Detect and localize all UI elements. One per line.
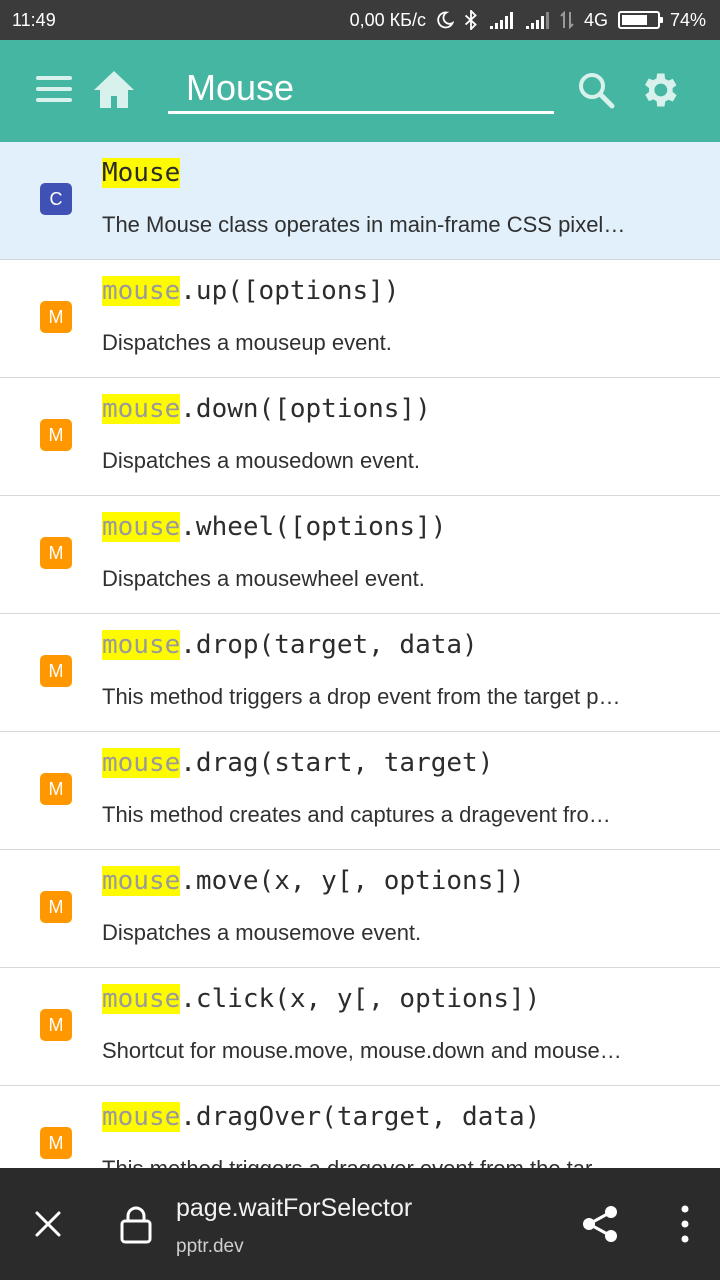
page-host: pptr.dev xyxy=(176,1236,244,1257)
app-bar xyxy=(0,40,720,142)
result-signature: .drag(start, target) xyxy=(180,748,494,778)
match-highlight: mouse xyxy=(102,512,181,542)
match-highlight: mouse xyxy=(102,866,181,896)
result-title: mouse.down([options]) xyxy=(102,394,700,424)
list-item[interactable]: M mouse.up([options]) Dispatches a mouse… xyxy=(0,260,720,378)
share-icon[interactable] xyxy=(580,1204,620,1244)
page-title: page.waitForSelector xyxy=(176,1194,413,1222)
method-badge: M xyxy=(40,1127,72,1159)
result-title: mouse.click(x, y[, options]) xyxy=(102,984,700,1014)
match-highlight: mouse xyxy=(102,394,181,424)
result-title: mouse.wheel([options]) xyxy=(102,512,700,542)
list-item[interactable]: M mouse.dragOver(target, data) This meth… xyxy=(0,1086,720,1168)
match-highlight: mouse xyxy=(102,276,181,306)
result-description: The Mouse class operates in main-frame C… xyxy=(102,212,626,237)
result-description: Dispatches a mousemove event. xyxy=(102,920,422,945)
class-badge: C xyxy=(40,183,72,215)
result-title: mouse.up([options]) xyxy=(102,276,700,306)
list-item[interactable]: M mouse.move(x, y[, options]) Dispatches… xyxy=(0,850,720,968)
result-title: Mouse xyxy=(102,158,700,188)
home-icon[interactable] xyxy=(92,68,136,112)
method-badge: M xyxy=(40,891,72,923)
battery-level-fill xyxy=(621,15,648,25)
match-highlight: Mouse xyxy=(102,158,181,188)
list-item[interactable]: M mouse.drop(target, data) This method t… xyxy=(0,614,720,732)
list-item[interactable]: M mouse.wheel([options]) Dispatches a mo… xyxy=(0,496,720,614)
method-badge: M xyxy=(40,655,72,687)
result-description: Dispatches a mousewheel event. xyxy=(102,566,425,591)
result-title: mouse.drop(target, data) xyxy=(102,630,700,660)
match-highlight: mouse xyxy=(102,748,181,778)
match-highlight: mouse xyxy=(102,984,181,1014)
moon-icon xyxy=(436,11,454,29)
result-title: mouse.drag(start, target) xyxy=(102,748,700,778)
method-badge: M xyxy=(40,773,72,805)
browser-bottom-bar: page.waitForSelector pptr.dev xyxy=(0,1168,720,1280)
signal-icon xyxy=(524,11,550,29)
method-badge: M xyxy=(40,419,72,451)
result-title: mouse.dragOver(target, data) xyxy=(102,1102,700,1132)
list-item[interactable]: C Mouse The Mouse class operates in main… xyxy=(0,142,720,260)
result-signature: .wheel([options]) xyxy=(180,512,447,542)
battery-percent: 74% xyxy=(669,9,706,30)
gear-icon[interactable] xyxy=(637,68,681,112)
result-signature: .dragOver(target, data) xyxy=(180,1102,541,1132)
result-description: Shortcut for mouse.move, mouse.down and … xyxy=(102,1038,622,1063)
menu-icon[interactable] xyxy=(36,76,72,104)
match-highlight: mouse xyxy=(102,1102,181,1132)
result-description: Dispatches a mouseup event. xyxy=(102,330,392,355)
method-badge: M xyxy=(40,1009,72,1041)
list-item[interactable]: M mouse.drag(start, target) This method … xyxy=(0,732,720,850)
data-transfer-icon xyxy=(560,11,574,29)
more-vert-icon[interactable] xyxy=(672,1202,698,1246)
signal-icon xyxy=(488,11,514,29)
result-signature: .drop(target, data) xyxy=(180,630,478,660)
search-icon[interactable] xyxy=(576,70,616,110)
lock-icon xyxy=(118,1204,154,1244)
result-description: This method triggers a dragover event fr… xyxy=(102,1156,682,1168)
net-speed: 0,00 КБ/с xyxy=(349,9,426,30)
network-type: 4G xyxy=(583,9,608,30)
status-time: 11:49 xyxy=(12,9,56,30)
result-signature: .click(x, y[, options]) xyxy=(180,984,541,1014)
close-icon[interactable] xyxy=(30,1206,66,1242)
battery-icon xyxy=(617,11,663,29)
result-title: mouse.move(x, y[, options]) xyxy=(102,866,700,896)
list-item[interactable]: M mouse.click(x, y[, options]) Shortcut … xyxy=(0,968,720,1086)
method-badge: M xyxy=(40,301,72,333)
results-list: C Mouse The Mouse class operates in main… xyxy=(0,142,720,1168)
bluetooth-icon xyxy=(464,10,478,30)
status-indicators: 0,00 КБ/с 4G 74% xyxy=(350,10,706,31)
result-description: Dispatches a mousedown event. xyxy=(102,448,420,473)
match-highlight: mouse xyxy=(102,630,181,660)
result-signature: .move(x, y[, options]) xyxy=(180,866,525,896)
result-description: This method creates and captures a drage… xyxy=(102,802,611,827)
result-description: This method triggers a drop event from t… xyxy=(102,684,621,709)
list-item[interactable]: M mouse.down([options]) Dispatches a mou… xyxy=(0,378,720,496)
result-signature: .down([options]) xyxy=(180,394,431,424)
search-input[interactable] xyxy=(168,64,554,114)
status-bar: 11:49 0,00 КБ/с 4G 74% xyxy=(0,0,720,40)
method-badge: M xyxy=(40,537,72,569)
result-signature: .up([options]) xyxy=(180,276,400,306)
